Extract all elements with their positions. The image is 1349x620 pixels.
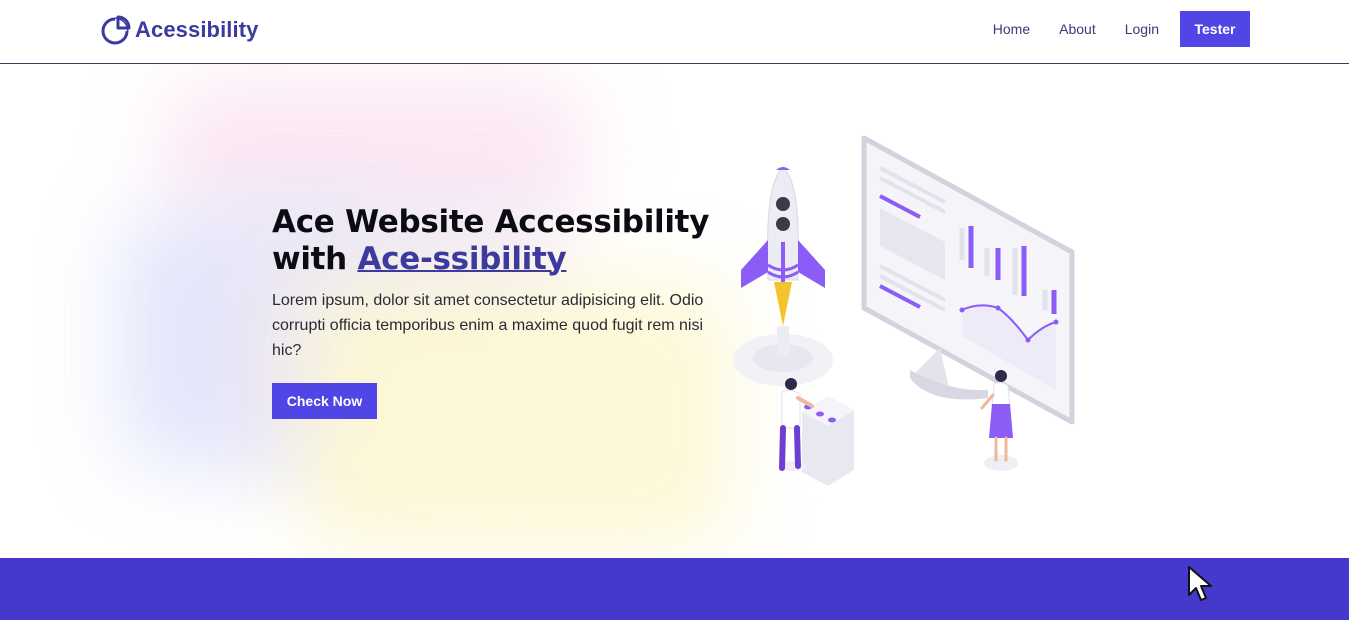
- pie-chart-icon: [101, 15, 131, 45]
- rocket-dashboard-illustration: [733, 135, 1075, 486]
- hero-title: Ace Website Accessibility with Ace-ssibil…: [272, 204, 732, 278]
- nav-link-login[interactable]: Login: [1125, 21, 1159, 37]
- footer-band: [0, 558, 1349, 620]
- tester-button[interactable]: Tester: [1180, 11, 1250, 47]
- rocket-icon: [741, 166, 825, 356]
- check-now-button[interactable]: Check Now: [272, 383, 377, 419]
- nav-links: Home About Login Tester: [964, 11, 1250, 47]
- hero-title-accent-link[interactable]: Ace-ssibility: [357, 241, 566, 277]
- hero-content: Ace Website Accessibility with Ace-ssibil…: [272, 204, 732, 363]
- hero-title-prefix: Ace Website Accessibility: [272, 204, 710, 240]
- navbar: Acessibility Home About Login Tester: [0, 0, 1349, 64]
- nav-link-home[interactable]: Home: [993, 21, 1030, 37]
- monitor-icon: [861, 135, 1075, 425]
- brand-logo-link[interactable]: Acessibility: [100, 13, 258, 47]
- control-panel-icon: [802, 396, 854, 486]
- hero-description: Lorem ipsum, dolor sit amet consectetur …: [272, 292, 704, 359]
- hero-title-with: with: [272, 241, 347, 277]
- mouse-cursor-icon: [1188, 566, 1212, 601]
- page: Acessibility Home About Login Tester Ace…: [0, 0, 1349, 620]
- nav-link-about[interactable]: About: [1059, 21, 1096, 37]
- brand-name: Acessibility: [135, 17, 259, 42]
